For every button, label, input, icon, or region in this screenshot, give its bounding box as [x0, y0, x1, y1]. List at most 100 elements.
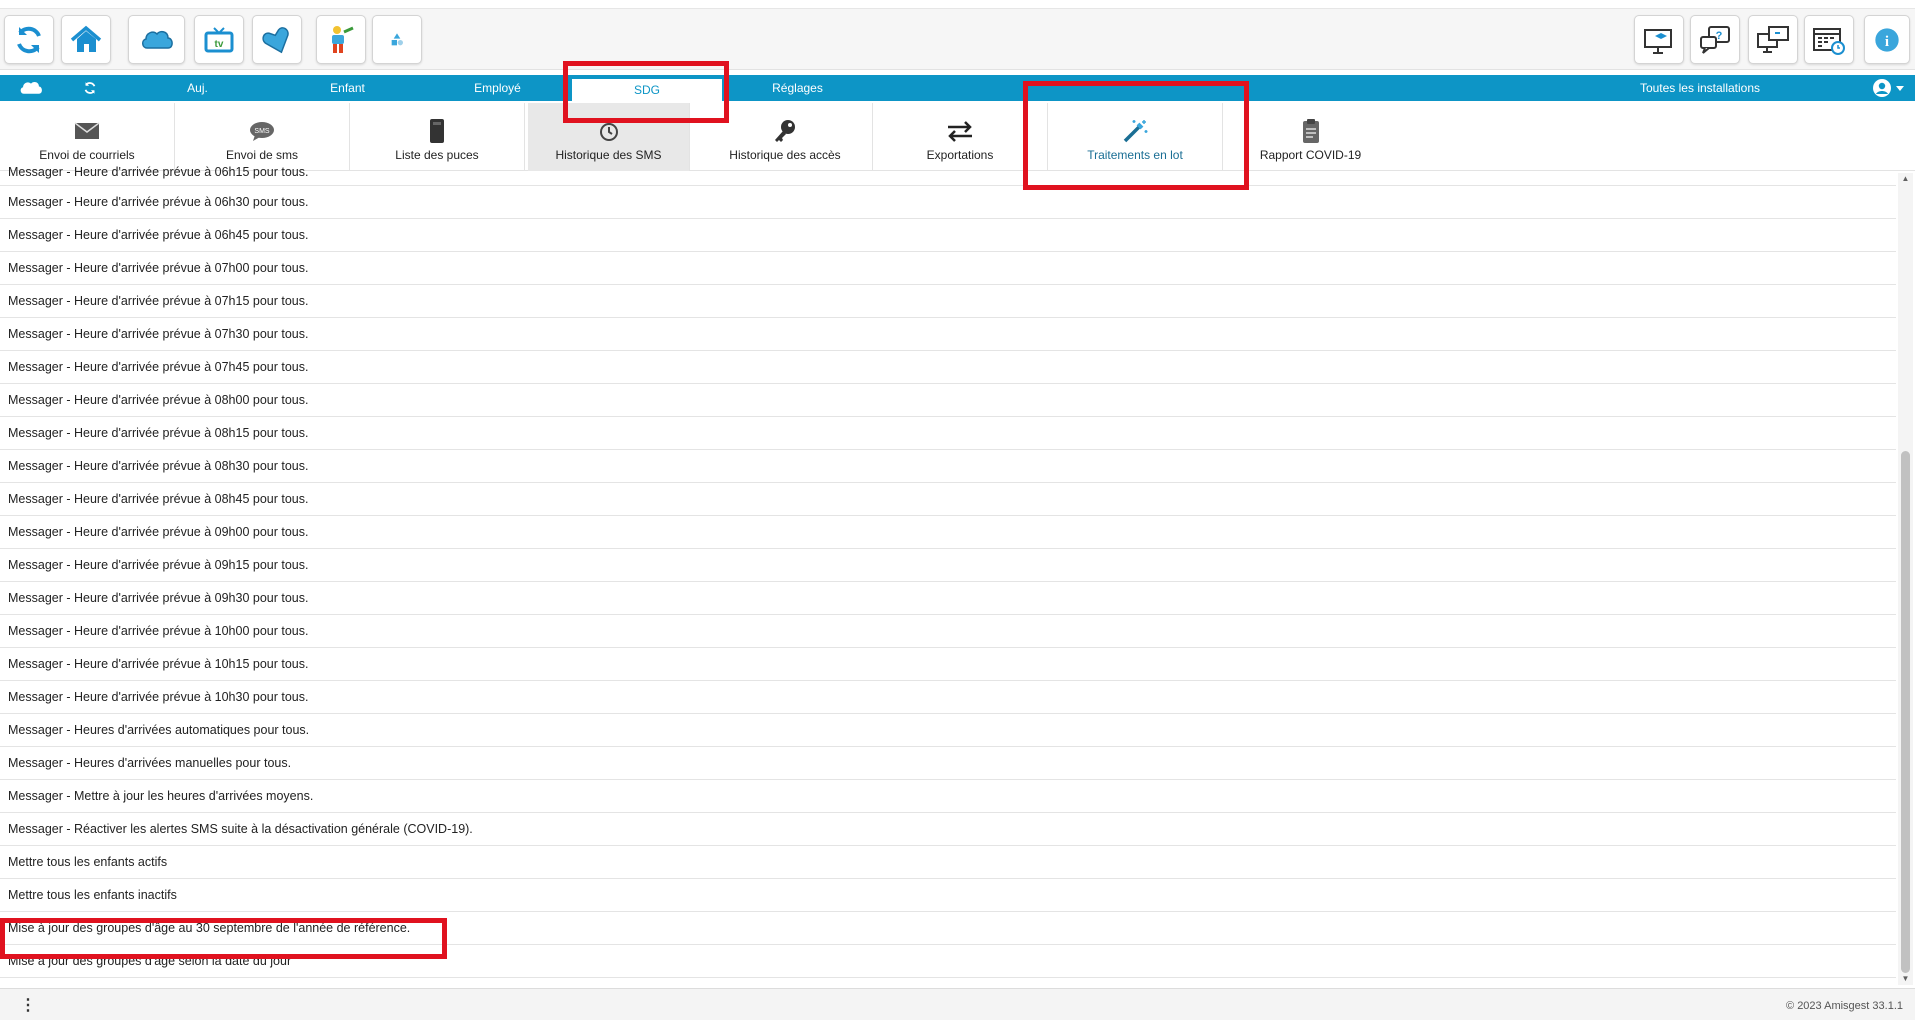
calendar-icon	[1813, 27, 1845, 55]
envelope-icon	[74, 117, 100, 145]
scroll-down-arrow-icon[interactable]: ▼	[1898, 973, 1913, 985]
scroll-up-arrow-icon[interactable]: ▲	[1898, 173, 1913, 185]
subtab-label: Historique des accès	[729, 148, 841, 162]
user-menu-button[interactable]	[1868, 78, 1908, 98]
list-item[interactable]: Mise à jour des groupes d'âge au 30 sept…	[0, 912, 1896, 945]
list-scrollbar[interactable]: ▲ ▼	[1898, 173, 1913, 985]
subtab-envoi-sms[interactable]: SMS Envoi de sms	[175, 103, 350, 171]
list-item[interactable]: Messager - Heure d'arrivée prévue à 09h0…	[0, 516, 1896, 549]
subtab-traitements-lot[interactable]: Traitements en lot	[1048, 103, 1223, 171]
list-item[interactable]: Mettre tous les enfants inactifs	[0, 879, 1896, 912]
help-button[interactable]: ?	[1690, 15, 1740, 64]
batch-process-list: Messager - Heure d'arrivée prévue à 06h1…	[0, 165, 1896, 987]
svg-text:tv: tv	[215, 39, 224, 50]
list-item[interactable]: Messager - Heure d'arrivée prévue à 07h1…	[0, 285, 1896, 318]
home-icon	[70, 25, 102, 52]
subtab-label: Envoi de sms	[225, 148, 299, 162]
kids-button[interactable]	[316, 15, 366, 64]
list-item[interactable]: Messager - Heure d'arrivée prévue à 08h1…	[0, 417, 1896, 450]
list-item[interactable]: Messager - Heure d'arrivée prévue à 06h4…	[0, 219, 1896, 252]
subtab-liste-puces[interactable]: Liste des puces	[350, 103, 525, 171]
remote-screen-icon	[1757, 25, 1789, 53]
info-icon: i	[1875, 27, 1899, 52]
nav-tab-sdg[interactable]: SDG	[572, 78, 722, 101]
svg-text:SMS: SMS	[254, 128, 270, 135]
list-item[interactable]: Messager - Heure d'arrivée prévue à 06h3…	[0, 186, 1896, 219]
list-item[interactable]: Messager - Mettre à jour les heures d'ar…	[0, 780, 1896, 813]
clock-history-icon	[597, 117, 621, 145]
home-button[interactable]	[61, 15, 111, 64]
subtab-rapport-covid[interactable]: Rapport COVID-19	[1223, 103, 1398, 171]
magic-wand-icon	[1121, 117, 1149, 145]
shapes-button[interactable]	[372, 15, 422, 64]
subtab-envoi-courriels[interactable]: Envoi de courriels	[0, 103, 175, 171]
calendar-button[interactable]	[1804, 15, 1854, 64]
list-item[interactable]: Messager - Heure d'arrivée prévue à 09h1…	[0, 549, 1896, 582]
list-item[interactable]: Messager - Heure d'arrivée prévue à 08h0…	[0, 384, 1896, 417]
shapes-icon	[391, 32, 403, 45]
footer-menu-icon[interactable]: ⋮	[20, 995, 36, 1015]
nav-tab-enfant[interactable]: Enfant	[290, 75, 405, 101]
subtab-label: Traitements en lot	[1087, 148, 1183, 162]
list-item[interactable]: Messager - Heure d'arrivée prévue à 06h1…	[0, 165, 1896, 186]
cloud-icon	[20, 81, 42, 94]
sdg-subtabs: Envoi de courriels SMS Envoi de sms List…	[0, 101, 1915, 171]
key-icon	[772, 117, 798, 145]
footer: ⋮ © 2023 Amisgest 33.1.1	[0, 988, 1915, 1020]
list-item[interactable]: Messager - Heure d'arrivée prévue à 07h3…	[0, 318, 1896, 351]
list-item[interactable]: Messager - Heures d'arrivées automatique…	[0, 714, 1896, 747]
tv-icon: tv	[204, 26, 234, 52]
heart-button[interactable]	[252, 15, 302, 64]
scrollbar-thumb[interactable]	[1901, 451, 1910, 973]
sms-bubble-icon: SMS	[249, 117, 275, 145]
subtab-label: Envoi de courriels	[39, 148, 135, 162]
top-toolbar: tv ? i	[0, 8, 1915, 70]
nav-home-button[interactable]	[16, 78, 46, 98]
info-button[interactable]: i	[1864, 15, 1910, 64]
list-item[interactable]: Mettre tous les enfants actifs	[0, 846, 1896, 879]
subtab-label: Exportations	[926, 148, 994, 162]
list-item[interactable]: Mise à jour des groupes d'âge selon la d…	[0, 945, 1896, 978]
list-item[interactable]: Messager - Heure d'arrivée prévue à 08h4…	[0, 483, 1896, 516]
nav-refresh-button[interactable]	[80, 78, 100, 98]
refresh-button[interactable]	[4, 15, 54, 64]
subtab-label: Liste des puces	[395, 148, 479, 162]
list-item[interactable]: Messager - Heures d'arrivées manuelles p…	[0, 747, 1896, 780]
installations-selector[interactable]: Toutes les installations	[1600, 75, 1800, 101]
sim-chip-icon	[428, 117, 446, 145]
main-nav: Auj. Enfant Employé SDG Réglages Toutes …	[0, 75, 1915, 101]
svg-text:i: i	[1885, 33, 1889, 49]
list-item[interactable]: Messager - Heure d'arrivée prévue à 09h3…	[0, 582, 1896, 615]
list-item[interactable]: Messager - Heure d'arrivée prévue à 07h4…	[0, 351, 1896, 384]
subtab-label: Historique des SMS	[555, 148, 662, 162]
monitor-training-icon	[1644, 28, 1672, 54]
refresh-icon	[84, 82, 96, 94]
list-item[interactable]: Messager - Heure d'arrivée prévue à 08h3…	[0, 450, 1896, 483]
child-toy-icon	[332, 25, 354, 53]
copyright-text: © 2023 Amisgest 33.1.1	[1786, 1000, 1903, 1012]
subtab-historique-acces[interactable]: Historique des accès	[698, 103, 873, 171]
exchange-arrows-icon	[946, 117, 974, 145]
nav-tab-employe[interactable]: Employé	[440, 75, 555, 101]
remote-button[interactable]	[1748, 15, 1798, 64]
clipboard-icon	[1301, 117, 1321, 145]
help-chat-icon: ?	[1700, 25, 1730, 54]
subtab-label: Rapport COVID-19	[1259, 148, 1362, 162]
subtab-historique-sms[interactable]: Historique des SMS	[528, 103, 690, 171]
training-button[interactable]	[1634, 15, 1684, 64]
list-item[interactable]: Messager - Heure d'arrivée prévue à 07h0…	[0, 252, 1896, 285]
user-avatar-icon	[1872, 79, 1891, 97]
list-item[interactable]: Messager - Heure d'arrivée prévue à 10h3…	[0, 681, 1896, 714]
list-item[interactable]: Messager - Heure d'arrivée prévue à 10h0…	[0, 615, 1896, 648]
heart-icon	[262, 26, 289, 53]
nav-tab-reglages[interactable]: Réglages	[740, 75, 855, 101]
cloud-icon	[141, 30, 173, 49]
refresh-icon	[17, 26, 41, 53]
list-item[interactable]: Messager - Heure d'arrivée prévue à 10h1…	[0, 648, 1896, 681]
nav-tab-auj[interactable]: Auj.	[140, 75, 255, 101]
subtab-exportations[interactable]: Exportations	[873, 103, 1048, 171]
cloud-button[interactable]	[128, 15, 185, 64]
tv-button[interactable]: tv	[194, 15, 244, 64]
caret-down-icon	[1895, 86, 1904, 91]
list-item[interactable]: Messager - Réactiver les alertes SMS sui…	[0, 813, 1896, 846]
